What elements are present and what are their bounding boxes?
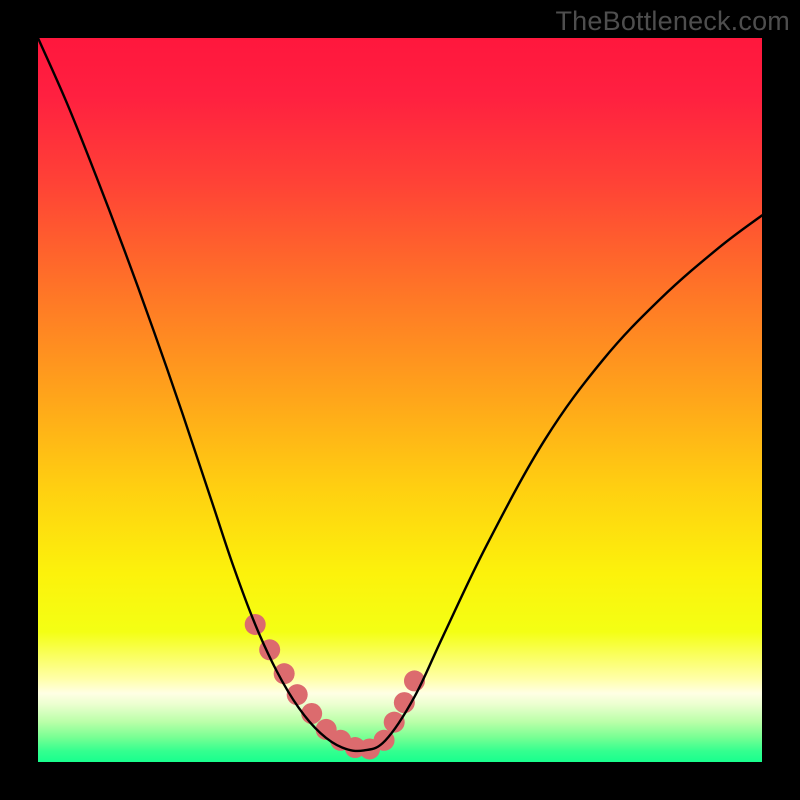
bottleneck-curve [38, 38, 762, 751]
chart-frame: TheBottleneck.com [0, 0, 800, 800]
plot-area [38, 38, 762, 762]
marker-group [245, 614, 425, 760]
watermark-text: TheBottleneck.com [555, 6, 790, 37]
chart-svg [38, 38, 762, 762]
